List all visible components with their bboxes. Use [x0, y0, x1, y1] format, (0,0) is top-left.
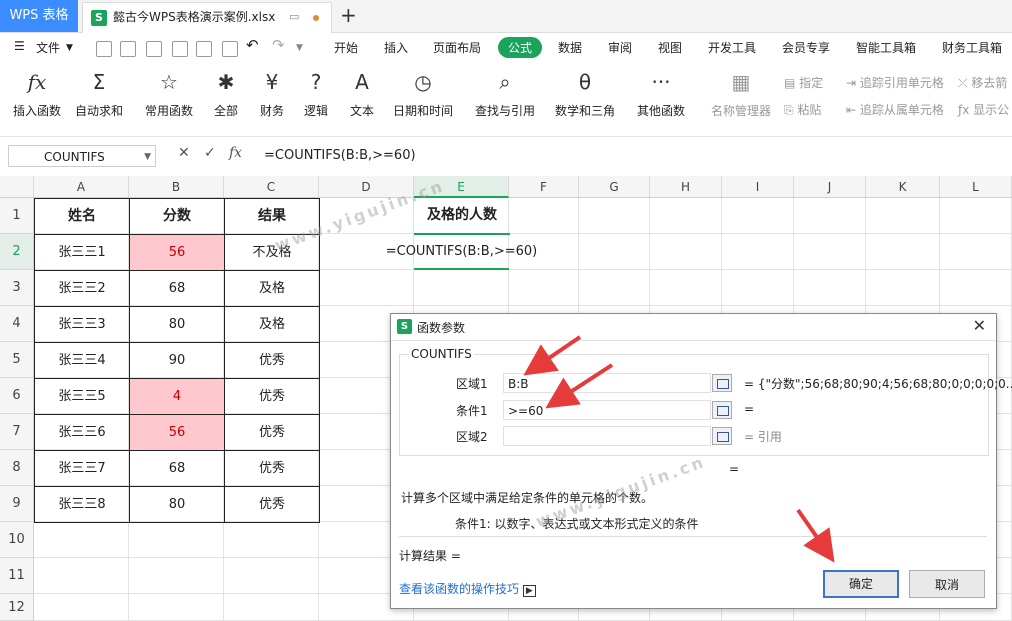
arrow-to-range1: [523, 335, 582, 376]
arrow-to-ok: [796, 508, 835, 563]
arrow-to-criteria1: [545, 363, 614, 409]
annotation-arrows: [523, 335, 835, 563]
